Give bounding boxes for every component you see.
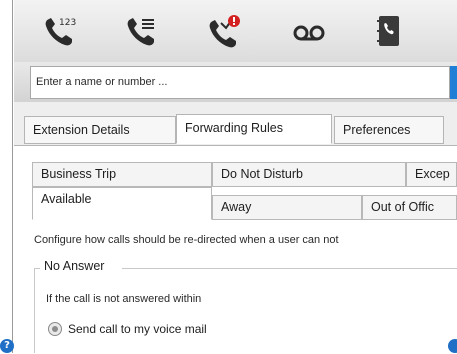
call-log-icon: 123 <box>45 18 76 46</box>
no-answer-group-title: No Answer <box>40 259 109 273</box>
forwarding-description: Configure how calls should be re-directe… <box>34 234 339 246</box>
search-button[interactable] <box>450 66 457 99</box>
status-tab-available[interactable]: Available <box>32 187 212 220</box>
send-to-voicemail-label[interactable]: Send call to my voice mail <box>68 322 207 336</box>
voicemail-button[interactable] <box>282 10 336 52</box>
missed-calls-button[interactable] <box>198 10 252 52</box>
status-tab-exception[interactable]: Excep <box>406 162 457 187</box>
no-answer-condition-label: If the call is not answered within <box>46 293 202 305</box>
call-log-badge: 123 <box>59 18 76 28</box>
missed-call-icon <box>209 15 240 48</box>
info-icon[interactable] <box>448 339 457 353</box>
status-tab-out-of-office[interactable]: Out of Offic <box>362 195 457 220</box>
contacts-button[interactable] <box>362 10 416 52</box>
group-border-top-right <box>122 268 457 269</box>
tab-preferences[interactable]: Preferences <box>334 116 444 144</box>
tab-forwarding-rules[interactable]: Forwarding Rules <box>176 114 332 144</box>
status-tab-business-trip[interactable]: Business Trip <box>32 162 212 187</box>
help-icon[interactable]: ? <box>0 339 14 353</box>
group-border-left <box>34 268 35 353</box>
search-input[interactable]: Enter a name or number ... <box>30 66 450 99</box>
phone-list-icon <box>127 18 154 46</box>
phone-list-button[interactable] <box>116 10 170 52</box>
tab-extension-details[interactable]: Extension Details <box>24 116 176 144</box>
send-to-voicemail-radio[interactable] <box>48 322 62 336</box>
main-toolbar: 123 <box>14 0 457 62</box>
contacts-book-icon <box>377 16 399 46</box>
status-tab-do-not-disturb[interactable]: Do Not Disturb <box>212 162 406 187</box>
status-tab-away[interactable]: Away <box>212 195 362 220</box>
window-border <box>12 0 13 353</box>
call-log-button[interactable]: 123 <box>34 10 88 52</box>
search-bar: Enter a name or number ... <box>14 62 457 102</box>
voicemail-icon <box>293 25 325 41</box>
